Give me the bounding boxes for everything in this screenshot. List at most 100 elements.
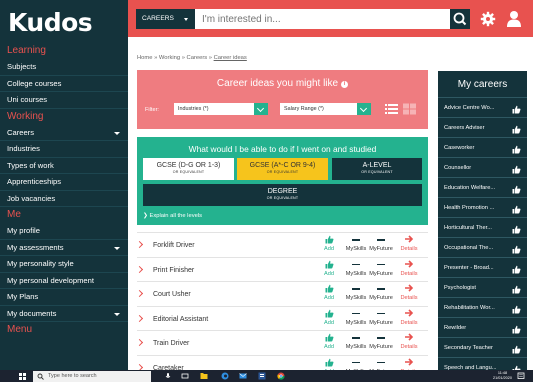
details-button[interactable]: Details xyxy=(397,259,421,277)
mail-icon[interactable] xyxy=(239,372,247,380)
chevron-right-icon[interactable] xyxy=(135,314,144,322)
sidebar-item-my-personal-development[interactable]: My personal development xyxy=(0,273,128,289)
career-title[interactable]: Forklift Driver xyxy=(153,242,195,249)
chevron-right-icon[interactable] xyxy=(135,289,144,298)
add-career-button[interactable]: Add xyxy=(322,260,336,277)
add-career-button[interactable]: Add xyxy=(322,284,336,301)
my-career-item[interactable]: Psychologist xyxy=(438,278,527,298)
industries-filter[interactable]: Industries (*) xyxy=(174,103,268,115)
breadcrumb-link-working[interactable]: Working xyxy=(159,55,180,61)
study-levels-panel: What would I be able to do if I went on … xyxy=(137,137,428,225)
notification-icon[interactable] xyxy=(517,372,525,380)
search-icon xyxy=(37,373,44,380)
my-career-item[interactable]: Counsellor xyxy=(438,158,527,178)
career-title[interactable]: Print Finisher xyxy=(153,267,194,274)
sidebar-item-uni-courses[interactable]: Uni courses xyxy=(0,92,128,109)
thumbs-up-icon[interactable] xyxy=(512,243,521,254)
career-title[interactable]: Court Usher xyxy=(153,291,191,298)
task-view-icon[interactable] xyxy=(181,372,189,380)
kudos-logo[interactable]: Kudos xyxy=(0,0,128,43)
thumbs-up-icon[interactable] xyxy=(512,103,521,114)
sidebar-item-my-documents[interactable]: My documents xyxy=(0,306,128,322)
my-career-item[interactable]: Speech and Langu... xyxy=(438,358,527,370)
my-career-item[interactable]: Health Promotion ... xyxy=(438,198,527,218)
gear-icon[interactable] xyxy=(480,11,496,27)
details-button[interactable]: Details xyxy=(397,333,421,350)
sidebar-item-my-assessments[interactable]: My assessments xyxy=(0,240,128,256)
my-career-item[interactable]: Secondary Teacher xyxy=(438,338,527,358)
taskbar-search[interactable]: Type here to search xyxy=(33,371,151,382)
user-icon[interactable] xyxy=(506,10,522,27)
sidebar-item-my-profile[interactable]: My profile xyxy=(0,223,128,240)
word-icon[interactable] xyxy=(258,372,266,380)
thumbs-up-icon[interactable] xyxy=(512,303,521,314)
my-career-item[interactable]: Rewilder xyxy=(438,318,527,338)
sidebar-item-college-courses[interactable]: College courses xyxy=(0,76,128,92)
sidebar-item-types-of-work[interactable]: Types of work xyxy=(0,158,128,174)
sidebar-item-my-personality-style[interactable]: My personality style xyxy=(0,256,128,273)
sidebar-item-job-vacancies[interactable]: Job vacancies xyxy=(0,191,128,207)
windows-start-icon[interactable] xyxy=(19,373,26,380)
my-career-item[interactable]: Presenter - Broad... xyxy=(438,258,527,278)
thumbs-up-icon[interactable] xyxy=(512,183,521,194)
sidebar-item-subjects[interactable]: Subjects xyxy=(0,59,128,76)
list-view-icon[interactable] xyxy=(385,103,398,115)
level-degree[interactable]: DEGREE OR EQUIVALENT xyxy=(143,184,422,206)
details-button[interactable]: Details xyxy=(397,235,421,252)
breadcrumb-current[interactable]: Career ideas xyxy=(214,55,247,61)
thumbs-up-icon[interactable] xyxy=(512,223,521,234)
chevron-right-icon[interactable] xyxy=(135,338,144,347)
add-career-button[interactable]: Add xyxy=(322,358,336,375)
thumbs-up-icon[interactable] xyxy=(512,143,521,154)
add-career-button[interactable]: Add xyxy=(322,309,336,326)
my-career-name: Advice Centre Wo... xyxy=(444,105,495,111)
thumbs-up-icon[interactable] xyxy=(512,163,521,174)
my-career-item[interactable]: Education Welfare... xyxy=(438,178,527,198)
level-a-level[interactable]: A-LEVEL OR EQUIVALENT xyxy=(332,158,422,180)
breadcrumb-link-home[interactable]: Home xyxy=(137,55,152,61)
thumbs-up-icon[interactable] xyxy=(512,263,521,274)
info-icon[interactable]: i xyxy=(341,81,349,88)
chrome-icon[interactable] xyxy=(277,372,285,380)
sidebar-item-industries[interactable]: Industries xyxy=(0,141,128,158)
sidebar-item-careers[interactable]: Careers xyxy=(0,125,128,141)
my-career-item[interactable]: Horticultural Ther... xyxy=(438,218,527,238)
level-sub: OR EQUIVALENT xyxy=(172,170,205,174)
file-explorer-icon[interactable] xyxy=(200,372,208,380)
category-dropdown[interactable]: CAREERS xyxy=(136,9,195,29)
chevron-right-icon[interactable] xyxy=(135,265,144,273)
add-career-button[interactable]: Add xyxy=(322,235,336,252)
thumbs-up-icon[interactable] xyxy=(512,363,521,370)
search-input[interactable] xyxy=(202,9,448,29)
details-button[interactable]: Details xyxy=(397,284,421,301)
microphone-icon[interactable] xyxy=(164,372,172,380)
thumbs-up-icon[interactable] xyxy=(512,343,521,354)
thumbs-up-icon[interactable] xyxy=(512,323,521,334)
taskbar-clock[interactable]: 11:48 21/01/2020 xyxy=(493,371,512,381)
level-gcse-a-c[interactable]: GCSE (A*-C OR 9-4) OR EQUIVALENT xyxy=(237,158,328,180)
search-button[interactable] xyxy=(450,9,470,29)
sidebar-item-my-plans[interactable]: My Plans xyxy=(0,289,128,306)
level-gcse-d-g[interactable]: GCSE (D-G OR 1-3) OR EQUIVALENT xyxy=(143,158,234,180)
my-career-item[interactable]: Occupational The... xyxy=(438,238,527,258)
details-button[interactable]: Details xyxy=(397,308,421,326)
details-button[interactable]: Details xyxy=(397,357,421,375)
breadcrumb-link-careers[interactable]: Careers xyxy=(187,55,208,61)
chevron-right-icon[interactable] xyxy=(135,240,144,249)
thumbs-up-icon[interactable] xyxy=(512,123,521,134)
my-career-item[interactable]: Advice Centre Wo... xyxy=(438,98,527,118)
add-career-button[interactable]: Add xyxy=(322,333,336,350)
my-career-item[interactable]: Caseworker xyxy=(438,138,527,158)
grid-view-icon[interactable] xyxy=(403,103,416,115)
thumbs-up-icon[interactable] xyxy=(512,283,521,294)
thumbs-up-icon[interactable] xyxy=(512,203,521,214)
career-title[interactable]: Train Driver xyxy=(153,340,189,347)
career-title[interactable]: Editorial Assistant xyxy=(153,316,208,323)
my-career-item[interactable]: Careers Adviser xyxy=(438,118,527,138)
my-career-item[interactable]: Rehabilitation Wor... xyxy=(438,298,527,318)
sidebar-item-apprenticeships[interactable]: Apprenticeships xyxy=(0,174,128,191)
myfuture-label: MyFuture xyxy=(369,295,393,301)
edge-browser-icon[interactable] xyxy=(221,372,229,380)
explain-levels-link[interactable]: ❯ Explain all the levels xyxy=(143,213,202,219)
salary-range-filter[interactable]: Salary Range (*) xyxy=(280,103,371,115)
